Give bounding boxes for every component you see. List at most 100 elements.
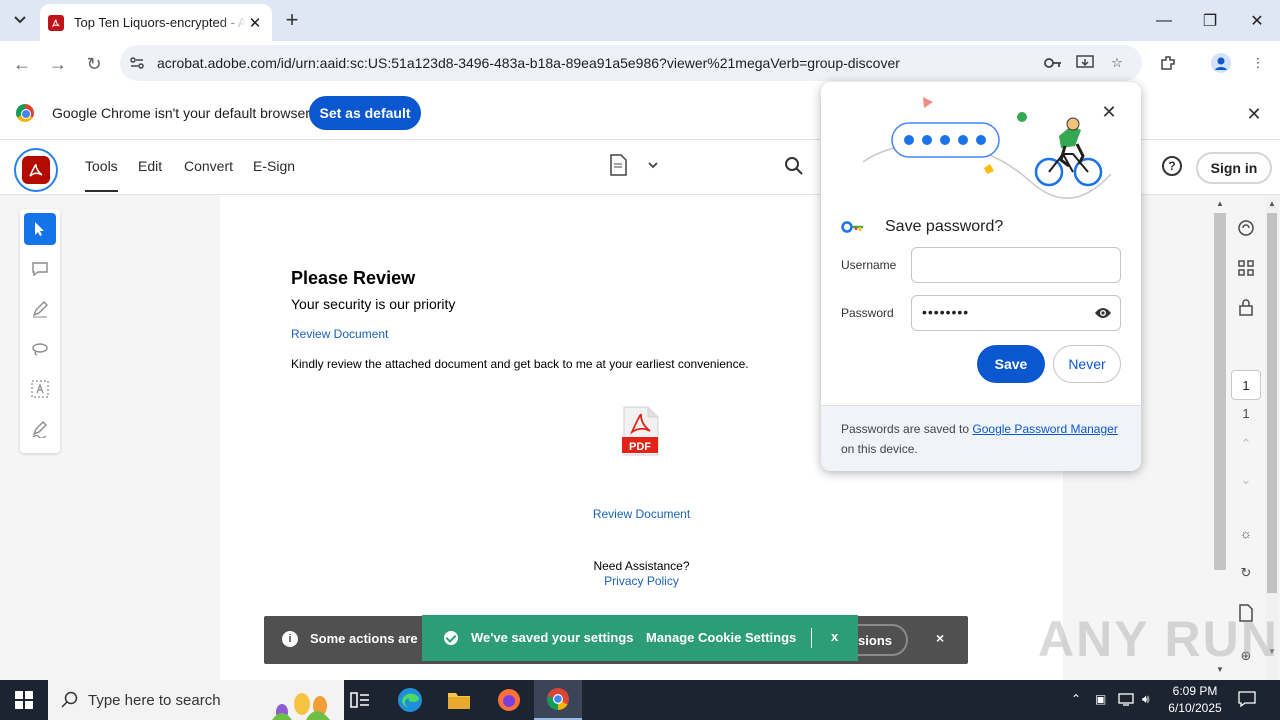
tab-tools[interactable]: Tools xyxy=(85,158,118,192)
windows-logo-icon xyxy=(15,691,33,709)
browser-scrollbar[interactable]: ▲ ▼ xyxy=(1265,195,1279,680)
chevron-down-icon[interactable]: ⌄ xyxy=(1235,469,1257,491)
flowers-decoration-icon xyxy=(272,693,330,720)
infobar-message: Google Chrome isn't your default browser xyxy=(52,105,310,121)
tray-device-icon[interactable]: ▣ xyxy=(1095,692,1106,706)
key-icon xyxy=(841,221,863,233)
google-password-manager-link[interactable]: Google Password Manager xyxy=(972,422,1117,436)
password-illustration xyxy=(862,97,1112,199)
install-app-icon[interactable] xyxy=(1075,53,1095,73)
password-key-icon[interactable] xyxy=(1043,53,1063,73)
privacy-policy-link[interactable]: Privacy Policy xyxy=(604,574,679,588)
menu-kebab-icon[interactable]: ⋮ xyxy=(1246,51,1270,75)
chevron-down-icon[interactable] xyxy=(646,158,660,172)
manage-cookie-settings-link[interactable]: Manage Cookie Settings xyxy=(646,630,796,645)
set-default-button[interactable]: Set as default xyxy=(309,96,421,130)
taskbar-search-box[interactable]: Type here to search xyxy=(48,680,344,720)
pdf-file-icon[interactable]: PDF xyxy=(621,406,661,456)
pdf-label: PDF xyxy=(629,441,651,453)
edge-icon xyxy=(398,688,422,712)
site-info-icon[interactable] xyxy=(128,54,146,72)
sign-in-button[interactable]: Sign in xyxy=(1196,152,1272,184)
cookie-banner-close-icon[interactable]: × xyxy=(936,630,944,646)
browser-scroll-thumb[interactable] xyxy=(1267,213,1277,593)
page-number-box[interactable]: 1 xyxy=(1231,370,1261,400)
search-icon[interactable] xyxy=(784,156,804,176)
rotate-icon[interactable]: ↻ xyxy=(1235,562,1257,584)
back-button[interactable]: ← xyxy=(8,50,36,78)
never-save-button[interactable]: Never xyxy=(1053,345,1121,383)
notifications-icon[interactable] xyxy=(1238,690,1256,711)
chevron-up-icon[interactable]: ⌃ xyxy=(1235,433,1257,455)
footer-text: Passwords are saved to Google Password M… xyxy=(841,419,1131,459)
extensions-icon[interactable] xyxy=(1156,51,1180,75)
thumbnails-grid-icon[interactable] xyxy=(1235,257,1257,279)
dialog-close-icon[interactable]: ✕ xyxy=(1099,102,1119,122)
footer-prefix: Passwords are saved to xyxy=(841,422,973,436)
privacy-policy-row: Privacy Policy xyxy=(220,574,1063,588)
taskbar-search-placeholder: Type here to search xyxy=(88,692,221,709)
chrome-logo-icon xyxy=(16,104,34,122)
network-icon[interactable] xyxy=(1118,692,1134,709)
tab-convert[interactable]: Convert xyxy=(184,158,233,174)
outer-scroll-up-arrow[interactable]: ▲ xyxy=(1268,199,1276,208)
pen-tool-icon[interactable] xyxy=(24,293,56,325)
tab-strip: Top Ten Liquors-encrypted - Ad ✕ + — ❐ ✕ xyxy=(0,0,1280,41)
tab-esign[interactable]: E-Sign xyxy=(253,158,295,174)
page-title: Please Review xyxy=(291,268,416,288)
bookmark-star-icon[interactable]: ☆ xyxy=(1107,53,1127,73)
sign-tool-icon[interactable] xyxy=(24,413,56,445)
page-subtitle: Your security is our priority xyxy=(291,296,456,312)
tab-search-button[interactable] xyxy=(6,7,34,33)
file-explorer-taskbar-button[interactable] xyxy=(435,680,483,720)
save-password-button[interactable]: Save xyxy=(977,345,1045,383)
start-button[interactable] xyxy=(0,680,48,720)
tab-title: Top Ten Liquors-encrypted - Ad xyxy=(74,15,246,30)
acrobat-logo[interactable] xyxy=(14,148,58,192)
tab-edit[interactable]: Edit xyxy=(138,158,162,174)
restore-button[interactable]: ❐ xyxy=(1187,0,1233,41)
browser-tab[interactable]: Top Ten Liquors-encrypted - Ad ✕ xyxy=(40,4,272,41)
comment-tool-icon[interactable] xyxy=(24,253,56,285)
document-icon[interactable] xyxy=(608,154,628,176)
lasso-tool-icon[interactable] xyxy=(24,333,56,365)
window-close-button[interactable]: ✕ xyxy=(1234,0,1280,41)
password-field[interactable]: •••••••• xyxy=(911,295,1121,331)
minimize-button[interactable]: — xyxy=(1141,0,1187,41)
ai-assistant-icon[interactable] xyxy=(1235,217,1257,239)
username-field[interactable] xyxy=(911,247,1121,283)
volume-icon[interactable]: 🔊︎ xyxy=(1142,692,1150,707)
edge-taskbar-button[interactable] xyxy=(386,680,434,720)
folder-icon xyxy=(448,693,470,709)
taskbar-clock[interactable]: 6:09 PM 6/10/2025 xyxy=(1158,683,1232,717)
text-box-tool-icon[interactable] xyxy=(24,373,56,405)
review-document-link-top[interactable]: Review Document xyxy=(291,327,388,341)
tab-close-icon[interactable]: ✕ xyxy=(246,14,264,32)
help-icon[interactable]: ? xyxy=(1162,156,1182,176)
lock-icon[interactable] xyxy=(1235,296,1257,318)
task-view-icon xyxy=(350,692,369,708)
new-tab-button[interactable]: + xyxy=(280,7,304,32)
show-password-eye-icon[interactable] xyxy=(1094,306,1112,320)
chrome-taskbar-button[interactable] xyxy=(534,680,582,720)
review-document-link[interactable]: Review Document xyxy=(593,507,690,521)
tray-chevron-up-icon[interactable]: ⌃ xyxy=(1071,692,1081,706)
scroll-up-arrow[interactable]: ▲ xyxy=(1216,199,1224,208)
profile-avatar-icon[interactable] xyxy=(1209,51,1233,75)
firefox-taskbar-button[interactable] xyxy=(485,680,533,720)
page-body-text: Kindly review the attached document and … xyxy=(291,357,749,371)
search-icon xyxy=(61,691,78,708)
select-tool-icon[interactable] xyxy=(24,213,56,245)
brightness-icon[interactable]: ☼ xyxy=(1235,522,1257,544)
address-bar[interactable]: acrobat.adobe.com/id/urn:aaid:sc:US:51a1… xyxy=(120,45,1142,81)
url-text[interactable]: acrobat.adobe.com/id/urn:aaid:sc:US:51a1… xyxy=(157,55,900,71)
page-scrollbar[interactable]: ▲ ▼ xyxy=(1213,195,1227,680)
infobar-close-icon[interactable]: ✕ xyxy=(1244,104,1264,124)
chevron-down-icon xyxy=(14,16,26,24)
task-view-button[interactable] xyxy=(336,680,384,720)
forward-button[interactable]: → xyxy=(44,50,72,78)
reload-button[interactable]: ↻ xyxy=(80,50,108,78)
toast-close-icon[interactable]: x xyxy=(831,629,838,644)
acrobat-favicon-icon xyxy=(48,14,64,31)
page-scroll-thumb[interactable] xyxy=(1214,213,1226,570)
